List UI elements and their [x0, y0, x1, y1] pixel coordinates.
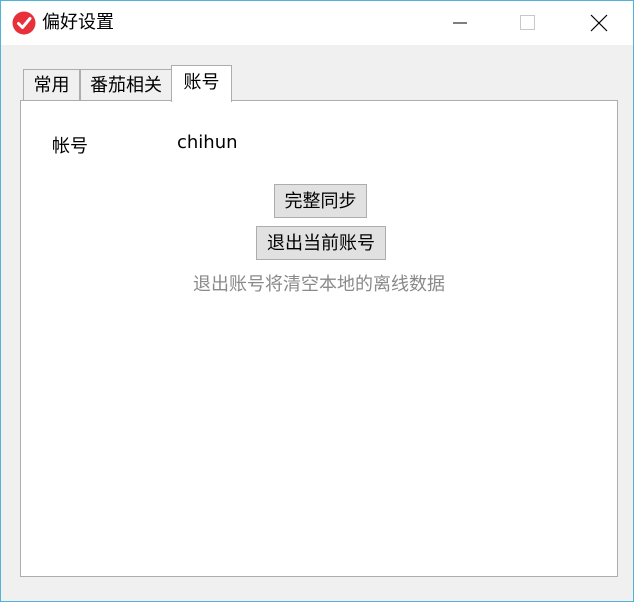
minimize-icon: [453, 22, 467, 24]
logout-button[interactable]: 退出当前账号: [256, 226, 386, 260]
preferences-window: 偏好设置 常用 番茄相关 账号 帐号 chihun 完整同步 退出当前账号 退出…: [0, 0, 634, 602]
logout-hint: 退出账号将清空本地的离线数据: [193, 274, 445, 295]
maximize-button[interactable]: [505, 1, 551, 45]
close-button[interactable]: [576, 1, 622, 45]
tab-general[interactable]: 常用: [23, 69, 80, 100]
account-label: 帐号: [52, 136, 88, 157]
tab-pomodoro[interactable]: 番茄相关: [80, 69, 172, 100]
app-icon: [12, 11, 36, 35]
account-value: chihun: [177, 132, 238, 153]
minimize-button[interactable]: [437, 1, 483, 45]
title-bar[interactable]: 偏好设置: [1, 1, 633, 45]
full-sync-button[interactable]: 完整同步: [274, 184, 367, 218]
maximize-icon: [520, 15, 535, 30]
close-icon: [590, 14, 608, 32]
account-panel: 帐号 chihun 完整同步 退出当前账号 退出账号将清空本地的离线数据: [20, 100, 618, 577]
tab-account[interactable]: 账号: [171, 65, 232, 102]
window-title: 偏好设置: [42, 12, 114, 33]
